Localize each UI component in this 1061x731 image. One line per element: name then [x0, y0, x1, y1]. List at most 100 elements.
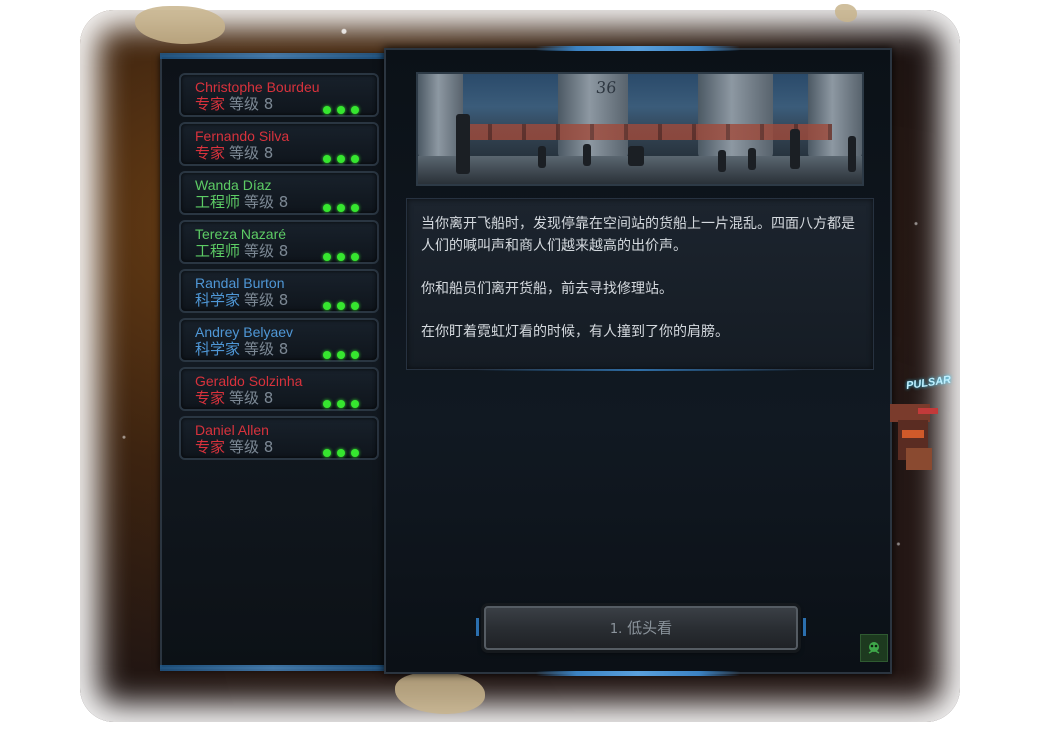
- crew-card[interactable]: Geraldo Solzinha 专家 等级 8: [179, 367, 379, 411]
- status-dot: [323, 155, 331, 163]
- crew-level: 等级 8: [244, 193, 289, 211]
- status-dot: [337, 449, 345, 457]
- alien-icon[interactable]: [860, 634, 888, 662]
- status-dot: [323, 204, 331, 212]
- choice-button[interactable]: 1. 低头看: [476, 606, 806, 650]
- status-dots: [317, 246, 359, 265]
- scene-person: [628, 146, 644, 166]
- crew-card[interactable]: Daniel Allen 专家 等级 8: [179, 416, 379, 460]
- crew-role: 科学家 等级 8: [195, 340, 288, 358]
- status-dot: [337, 400, 345, 408]
- crew-card[interactable]: Christophe Bourdeu 专家 等级 8: [179, 73, 379, 117]
- event-paragraph: 在你盯着霓虹灯看的时候，有人撞到了你的肩膀。: [421, 324, 729, 340]
- panel-edge: [160, 53, 386, 59]
- crew-role: 专家 等级 8: [195, 144, 273, 162]
- crew-name: Fernando Silva: [195, 128, 290, 144]
- panel-edge: [536, 671, 740, 676]
- crew-role-label: 专家: [195, 144, 226, 162]
- crew-role-label: 工程师: [195, 193, 241, 211]
- crew-role: 专家 等级 8: [195, 95, 273, 113]
- crew-card[interactable]: Fernando Silva 专家 等级 8: [179, 122, 379, 166]
- status-dot: [337, 302, 345, 310]
- crew-name: Geraldo Solzinha: [195, 373, 303, 389]
- status-dots: [317, 295, 359, 314]
- crew-level: 等级 8: [229, 95, 274, 113]
- event-paragraph: 当你离开飞船时，发现停靠在空间站的货船上一片混乱。四面八方都是人们的喊叫声和商人…: [421, 216, 855, 254]
- status-dots: [317, 197, 359, 216]
- crew-role: 工程师 等级 8: [195, 242, 288, 260]
- panel-edge: [160, 665, 386, 671]
- choice-number: 1.: [609, 622, 623, 637]
- status-dots: [317, 99, 359, 118]
- crew-level: 等级 8: [244, 291, 289, 309]
- crew-name: Tereza Nazaré: [195, 226, 287, 242]
- status-dot: [351, 400, 359, 408]
- crew-role-label: 科学家: [195, 340, 241, 358]
- status-dot: [351, 302, 359, 310]
- status-dot: [351, 106, 359, 114]
- status-dot: [337, 106, 345, 114]
- crew-level: 等级 8: [229, 438, 274, 456]
- crew-card[interactable]: Wanda Díaz 工程师 等级 8: [179, 171, 379, 215]
- scene-person: [748, 148, 756, 170]
- event-illustration: 36: [416, 72, 864, 186]
- ship-graphic: [890, 404, 938, 470]
- event-text: 当你离开飞船时，发现停靠在空间站的货船上一片混乱。四面八方都是人们的喊叫声和商人…: [421, 213, 861, 364]
- status-dot: [337, 351, 345, 359]
- status-dot: [323, 106, 331, 114]
- crew-level: 等级 8: [244, 242, 289, 260]
- status-dot: [323, 400, 331, 408]
- crew-role-label: 科学家: [195, 291, 241, 309]
- crew-role-label: 专家: [195, 438, 226, 456]
- scene-person: [456, 114, 470, 174]
- status-dot: [323, 351, 331, 359]
- crew-role-label: 专家: [195, 389, 226, 407]
- crew-role: 科学家 等级 8: [195, 291, 288, 309]
- event-paragraph: 你和船员们离开货船，前去寻找修理站。: [421, 281, 673, 297]
- crew-role: 专家 等级 8: [195, 389, 273, 407]
- status-dots: [317, 393, 359, 412]
- status-dots: [317, 344, 359, 363]
- event-panel: 36 当你离开飞船时，发现停靠在空间站的货船上一片混乱。四面八方都是人们的喊叫声…: [384, 46, 892, 676]
- scene-person: [718, 150, 726, 172]
- crew-name: Wanda Díaz: [195, 177, 272, 193]
- crew-level: 等级 8: [229, 144, 274, 162]
- scene-person: [848, 136, 856, 172]
- status-dot: [351, 449, 359, 457]
- status-dot: [337, 204, 345, 212]
- crew-role: 工程师 等级 8: [195, 193, 288, 211]
- scene-silo: [698, 74, 773, 159]
- asteroid: [835, 4, 857, 22]
- crew-card[interactable]: Andrey Belyaev 科学家 等级 8: [179, 318, 379, 362]
- crew-name: Randal Burton: [195, 275, 285, 291]
- scene-person: [538, 146, 546, 168]
- panel-edge: [536, 46, 740, 51]
- crew-name: Daniel Allen: [195, 422, 269, 438]
- scene-silo: [558, 74, 628, 159]
- status-dot: [337, 253, 345, 261]
- status-dot: [351, 155, 359, 163]
- event-text-box: 当你离开飞船时，发现停靠在空间站的货船上一片混乱。四面八方都是人们的喊叫声和商人…: [406, 198, 874, 371]
- status-dot: [351, 351, 359, 359]
- crew-level: 等级 8: [244, 340, 289, 358]
- crew-role: 专家 等级 8: [195, 438, 273, 456]
- scene-person: [583, 144, 591, 166]
- scene-person: [790, 129, 800, 169]
- status-dot: [351, 253, 359, 261]
- crew-card[interactable]: Tereza Nazaré 工程师 等级 8: [179, 220, 379, 264]
- status-dots: [317, 442, 359, 461]
- crew-panel: Christophe Bourdeu 专家 等级 8 Fernando Silva…: [160, 53, 386, 671]
- crew-role-label: 专家: [195, 95, 226, 113]
- status-dot: [323, 449, 331, 457]
- status-dot: [351, 204, 359, 212]
- status-dot: [337, 155, 345, 163]
- status-dots: [317, 148, 359, 167]
- crew-name: Christophe Bourdeu: [195, 79, 320, 95]
- status-dot: [323, 253, 331, 261]
- scene-number-label: 36: [595, 78, 618, 97]
- status-dot: [323, 302, 331, 310]
- crew-role-label: 工程师: [195, 242, 241, 260]
- choice-label: 低头看: [627, 619, 673, 637]
- crew-card[interactable]: Randal Burton 科学家 等级 8: [179, 269, 379, 313]
- crew-level: 等级 8: [229, 389, 274, 407]
